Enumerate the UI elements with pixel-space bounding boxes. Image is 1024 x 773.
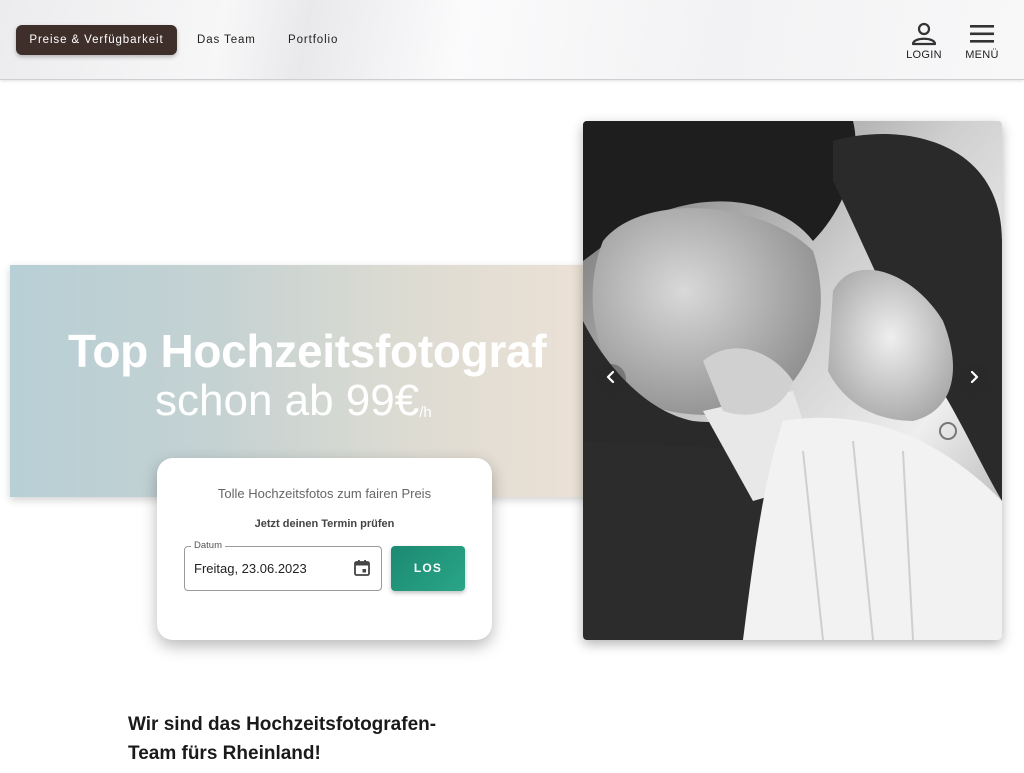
date-field-label: Datum [191, 540, 225, 551]
submit-date-button[interactable]: LOS [391, 546, 465, 591]
nav-portfolio-link[interactable]: Portfolio [288, 25, 338, 55]
carousel-next-button[interactable] [959, 364, 989, 394]
booking-tagline: Tolle Hochzeitsfotos zum fairen Preis [217, 486, 432, 501]
hero-title: Top Hochzeitsfotograf [68, 325, 547, 377]
top-navigation-bar: Preise & Verfügbarkeit Das Team Portfoli… [0, 0, 1024, 80]
hero-photo-carousel[interactable] [583, 121, 1002, 640]
menu-button[interactable]: MENÜ [960, 22, 1004, 66]
login-label: LOGIN [906, 49, 942, 61]
hero-subtitle: schon ab 99€/h [155, 376, 515, 426]
chevron-right-icon [967, 370, 981, 389]
calendar-icon[interactable] [353, 559, 371, 582]
date-field[interactable]: Datum Freitag, 23.06.2023 [184, 540, 382, 591]
couple-photo [583, 121, 1002, 640]
intro-heading: Wir sind das Hochzeitsfotografen-Team fü… [128, 714, 437, 764]
person-icon [902, 22, 946, 46]
chevron-left-icon [604, 370, 618, 389]
booking-prompt: Jetzt deinen Termin prüfen [254, 518, 395, 530]
date-field-value: Freitag, 23.06.2023 [194, 561, 307, 576]
hamburger-icon [960, 22, 1004, 46]
carousel-prev-button[interactable] [596, 364, 626, 394]
booking-card: Tolle Hochzeitsfotos zum fairen Preis Je… [157, 458, 492, 640]
hero-price: schon ab 99€ [155, 376, 420, 425]
login-button[interactable]: LOGIN [902, 22, 946, 66]
nav-prices-availability-button[interactable]: Preise & Verfügbarkeit [16, 25, 177, 55]
hero-price-unit: /h [419, 404, 432, 421]
menu-label: MENÜ [965, 49, 999, 61]
nav-team-link[interactable]: Das Team [197, 25, 256, 55]
